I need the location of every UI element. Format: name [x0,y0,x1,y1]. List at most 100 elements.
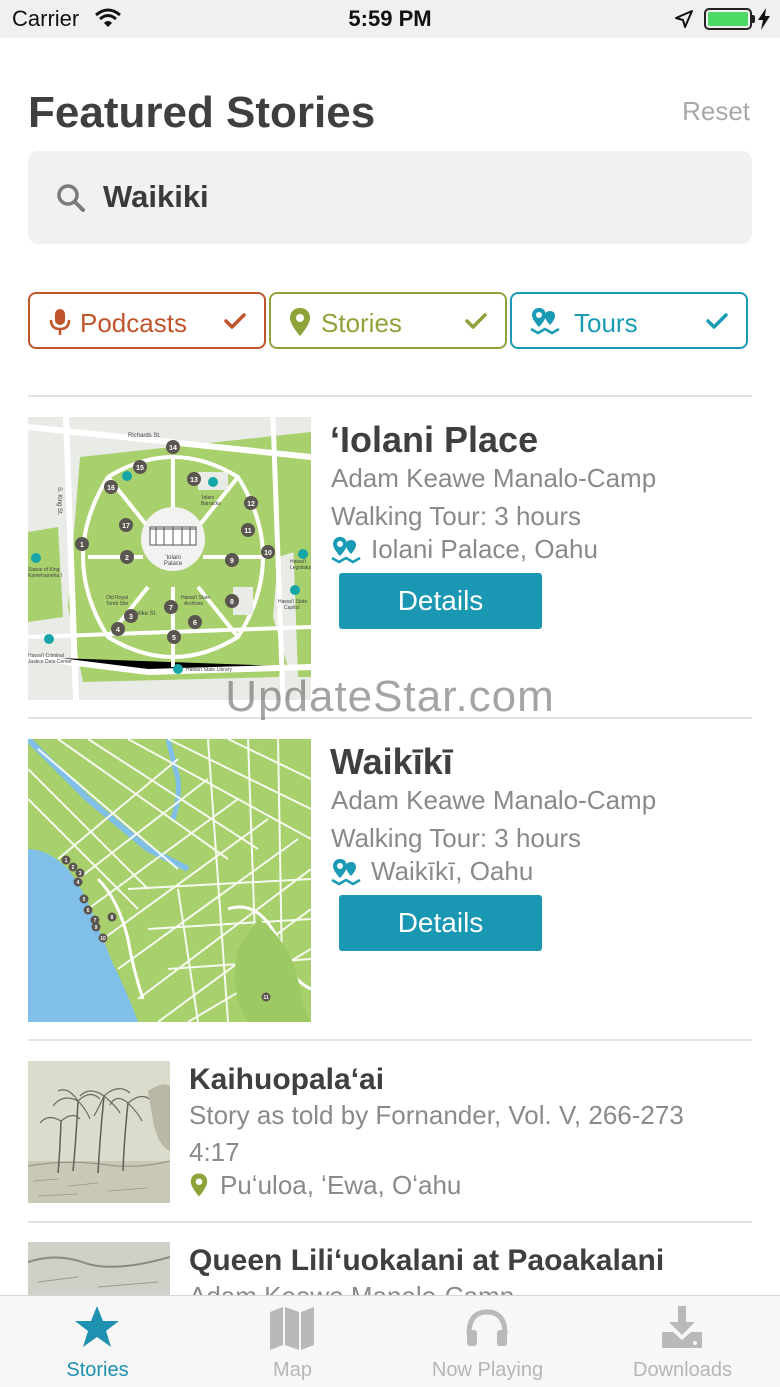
filter-podcasts[interactable]: Podcasts [28,292,266,349]
filter-label: Stories [321,308,402,338]
sketch-image [28,1242,170,1295]
reset-button[interactable]: Reset [682,96,750,127]
filter-stories[interactable]: Stories [269,292,507,349]
waikiki-map-image: 123 4 56 7 8 9 10 11 [28,739,311,1022]
svg-text:Hawaiʻi Criminal: Hawaiʻi Criminal [28,652,64,659]
waikiki-map-thumbnail[interactable]: 123 4 56 7 8 9 10 11 [28,739,311,1022]
svg-text:Kamehameha I: Kamehameha I [28,573,62,579]
battery-icon [704,8,752,30]
tour-location: Iolani Palace, Oahu [371,534,598,564]
page-title: Featured Stories [28,88,376,137]
microphone-icon [49,309,71,335]
svg-text:17: 17 [122,523,130,530]
tour-location: Waikīkī, Oahu [371,856,534,886]
search-field[interactable]: Waikiki [28,151,752,244]
checkmark-icon [706,313,728,329]
details-button[interactable]: Details [339,895,542,951]
iolani-map-thumbnail[interactable]: ʻIolani Palace Richards St. S. King St. … [28,417,311,700]
filter-label: Tours [574,308,638,338]
palm-sketch-image [28,1061,170,1203]
svg-text:13: 13 [190,477,198,484]
tour-map-icon [331,859,361,886]
headphones-icon [466,1309,508,1346]
map-pin-icon [290,308,310,336]
tab-label: Map [273,1359,312,1381]
tour-title[interactable]: ʻIolani Place [330,419,538,461]
svg-text:16: 16 [107,485,115,492]
svg-text:Hawaiʻi State: Hawaiʻi State [181,594,210,601]
svg-text:7: 7 [94,918,97,924]
svg-text:3: 3 [79,871,82,877]
tab-label: Now Playing [431,1359,544,1381]
svg-text:9: 9 [95,925,98,931]
story-title[interactable]: Queen Liliʻuokalani at Paoakalani [189,1244,664,1278]
filter-tours[interactable]: Tours [510,292,748,349]
svg-text:Archives: Archives [184,601,204,607]
tour-map-icon [331,537,361,564]
divider [28,1039,752,1041]
tab-label: Stories [66,1359,129,1381]
iolani-map-image: ʻIolani Palace Richards St. S. King St. … [28,417,311,700]
checkmark-icon [224,313,246,329]
svg-text:Palace: Palace [164,561,183,567]
svg-text:10: 10 [264,550,272,557]
watermark: UpdateStar.com [225,672,555,721]
divider [28,1221,752,1223]
location-arrow-icon [675,10,693,28]
tour-title[interactable]: Waikīkī [330,741,453,783]
details-button[interactable]: Details [339,573,542,629]
svg-text:Hawaiʻi: Hawaiʻi [290,558,306,565]
svg-text:6: 6 [193,620,197,627]
svg-text:12: 12 [247,501,255,508]
story-subtitle: Story as told by Fornander, Vol. V, 266-… [189,1100,684,1130]
tab-stories[interactable]: Stories [0,1296,195,1387]
svg-text:8: 8 [230,599,234,606]
svg-text:5: 5 [172,635,176,642]
svg-text:ʻIolani: ʻIolani [201,494,214,501]
search-icon [57,184,85,212]
svg-text:ʻIolani: ʻIolani [165,554,181,561]
tab-downloads[interactable]: Downloads [585,1296,780,1387]
status-bar: Carrier 5:59 PM [0,0,780,38]
divider [28,395,752,397]
story-duration: 4:17 [189,1137,240,1167]
clock: 5:59 PM [348,6,432,31]
search-input[interactable]: Waikiki [103,179,209,215]
tour-author: Adam Keawe Manalo-Camp [331,785,657,815]
svg-text:2: 2 [72,865,75,871]
svg-text:14: 14 [169,445,177,452]
tab-now-playing[interactable]: Now Playing [390,1296,585,1387]
svg-text:1: 1 [80,542,84,549]
svg-text:8: 8 [111,915,114,921]
story-thumbnail[interactable] [28,1242,170,1295]
svg-text:3: 3 [129,614,133,621]
svg-text:11: 11 [263,995,269,1001]
svg-text:4: 4 [116,627,120,634]
battery-nub [752,15,755,23]
svg-text:11: 11 [244,528,252,535]
svg-text:S. King St.: S. King St. [56,487,62,516]
svg-text:2: 2 [125,555,129,562]
charging-bolt-icon [758,8,770,30]
tour-map-icon [530,308,560,335]
tab-map[interactable]: Map [195,1296,390,1387]
tour-duration: Walking Tour: 3 hours [331,501,582,531]
svg-text:7: 7 [169,605,173,612]
svg-text:10: 10 [100,936,106,942]
tab-bar: Stories Map Now Playing Downloads [0,1295,780,1387]
svg-text:Hawaiʻi State: Hawaiʻi State [278,598,307,605]
map-pin-icon [190,1173,208,1197]
star-icon [75,1306,119,1347]
svg-text:6: 6 [87,908,90,914]
svg-text:Barracks: Barracks [201,501,221,507]
story-thumbnail[interactable] [28,1061,170,1203]
story-title[interactable]: Kaihuopalaʻai [189,1063,384,1097]
tour-duration: Walking Tour: 3 hours [331,823,582,853]
tour-author: Adam Keawe Manalo-Camp [331,463,657,493]
svg-text:Legislature: Legislature [290,565,311,571]
download-icon [662,1306,702,1348]
tab-label: Downloads [633,1359,732,1381]
story-location: Puʻuloa, ʻEwa, Oʻahu [220,1170,462,1200]
svg-text:9: 9 [230,558,234,565]
svg-text:4: 4 [77,880,80,886]
